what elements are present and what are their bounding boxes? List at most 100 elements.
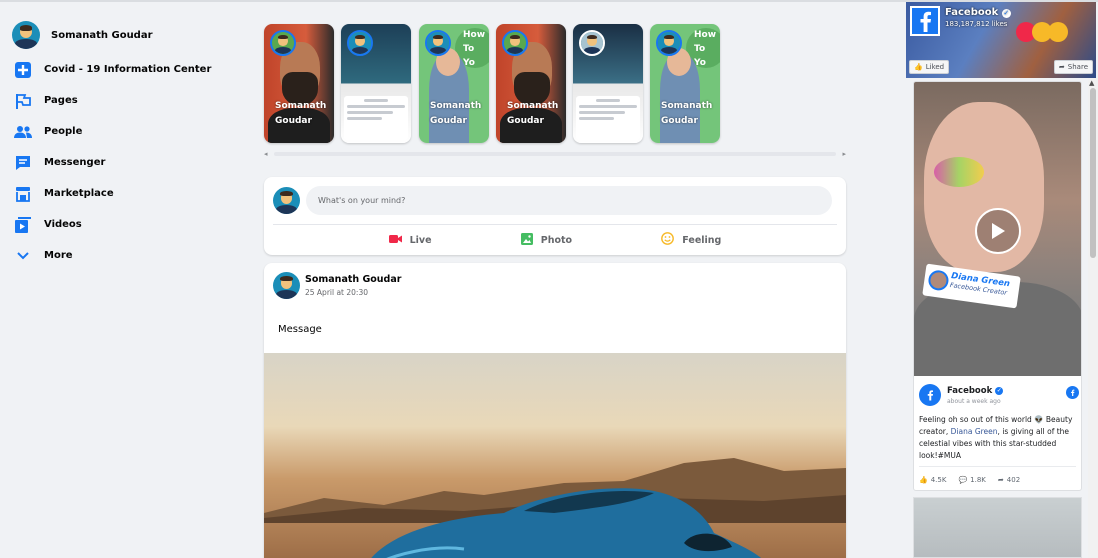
story-name: Somanath Goudar [661, 101, 713, 126]
right-rail: Facebook ✓ 183,187,812 likes 👍 Liked ➦ S… [906, 0, 1098, 558]
embedded-post: Diana Green Facebook Creator Facebook ✓ … [913, 81, 1082, 491]
play-button[interactable] [975, 208, 1021, 254]
sidebar-item-label: People [44, 126, 83, 137]
avatar [273, 187, 300, 214]
story-avatar [579, 30, 605, 56]
sidebar-profile[interactable]: Somanath Goudar [0, 18, 240, 52]
haha-reaction-icon [1048, 22, 1068, 42]
embed-page-name[interactable]: Facebook ✓ [947, 386, 1004, 396]
story-card[interactable] [341, 24, 411, 143]
photo-icon [520, 232, 533, 248]
sidebar-item-label: Messenger [44, 157, 106, 168]
status-input[interactable] [306, 186, 832, 215]
divider [273, 224, 837, 225]
facebook-icon[interactable] [1066, 386, 1079, 399]
story-card[interactable]: Somanath Goudar [264, 24, 334, 143]
embed-stats: 👍 4.5K 💬 1.8K ➦ 402 [919, 476, 1079, 484]
like-page-button[interactable]: 👍 Liked [909, 60, 950, 74]
avatar [12, 21, 40, 49]
smile-icon [661, 232, 675, 248]
story-card[interactable]: Somanath Goudar [496, 24, 566, 143]
story-avatar [347, 30, 373, 56]
rail-scrollbar[interactable]: ▲ [1088, 78, 1098, 558]
avatar[interactable] [273, 272, 300, 299]
chevron-down-icon [13, 246, 33, 266]
post-timestamp[interactable]: 25 April at 20:30 [305, 288, 368, 297]
post-composer: Live Photo Feeling [264, 177, 846, 255]
share-label: Share [1067, 63, 1088, 71]
thumbs-up-icon: 👍 [914, 63, 923, 71]
story-card[interactable]: How To Yo Somanath Goudar [650, 24, 720, 143]
sidebar-item-label: Marketplace [44, 188, 114, 199]
divider [919, 466, 1076, 467]
action-label: Photo [540, 234, 573, 246]
sidebar-item-covid[interactable]: Covid - 19 Information Center [0, 54, 240, 85]
story-overlay-text: How To Yo [694, 30, 717, 68]
embedded-post-2[interactable] [913, 497, 1082, 558]
store-icon [13, 184, 33, 204]
scroll-right-icon[interactable]: ▸ [842, 150, 846, 158]
scroll-up-icon[interactable]: ▲ [1089, 79, 1094, 87]
page-plugin[interactable]: Facebook ✓ 183,187,812 likes 👍 Liked ➦ S… [906, 2, 1096, 78]
stories-row: Somanath Goudar How To Yo Somanath Gouda… [264, 24, 846, 144]
left-sidebar: Somanath Goudar Covid - 19 Information C… [0, 18, 240, 271]
likes-stat[interactable]: 👍 4.5K [919, 476, 946, 484]
facebook-page-avatar[interactable] [919, 384, 941, 406]
video-icon [13, 215, 33, 235]
embed-header: Facebook ✓ about a week ago [919, 384, 1079, 408]
plus-square-icon [13, 60, 33, 80]
post-photo[interactable] [264, 353, 846, 558]
sidebar-item-label: Covid - 19 Information Center [44, 64, 212, 75]
sidebar-item-more[interactable]: More [0, 240, 240, 271]
live-video-button[interactable]: Live [388, 229, 432, 251]
creator-link[interactable]: Diana Green [951, 427, 998, 436]
story-name: Somanath Goudar [507, 101, 559, 126]
sidebar-item-pages[interactable]: Pages [0, 85, 240, 116]
page-likes-count: 183,187,812 likes [945, 20, 1008, 28]
action-label: Live [409, 234, 432, 246]
scroll-left-icon[interactable]: ◂ [264, 150, 268, 158]
creator-avatar [927, 269, 950, 292]
story-card[interactable] [573, 24, 643, 143]
share-page-button[interactable]: ➦ Share [1053, 60, 1093, 74]
share-arrow-icon: ➦ [1058, 63, 1065, 71]
sidebar-item-label: More [44, 250, 73, 261]
stories-scrollbar[interactable]: ◂ ▸ [264, 149, 846, 159]
story-card[interactable]: How To Yo Somanath Goudar [419, 24, 489, 143]
feeling-button[interactable]: Feeling [661, 229, 721, 251]
video-thumbnail[interactable]: Diana Green Facebook Creator [914, 82, 1081, 376]
post-author[interactable]: Somanath Goudar [305, 274, 401, 285]
story-avatar [502, 30, 528, 56]
story-avatar [270, 30, 296, 56]
shares-stat[interactable]: ➦ 402 [998, 476, 1020, 484]
sidebar-item-label: Videos [44, 219, 82, 230]
story-overlay-text: How To Yo [463, 30, 486, 68]
comments-stat[interactable]: 💬 1.8K [958, 476, 985, 484]
embed-timestamp[interactable]: about a week ago [947, 398, 1001, 405]
feed-post: Somanath Goudar 25 April at 20:30 Messag… [264, 263, 846, 558]
share-arrow-icon: ➦ [997, 476, 1004, 484]
action-label: Feeling [682, 234, 722, 246]
sidebar-item-messenger[interactable]: Messenger [0, 147, 240, 178]
verified-badge-icon: ✓ [995, 387, 1004, 395]
embed-caption: Feeling oh so out of this world 👽 Beauty… [919, 415, 1073, 460]
photo-button[interactable]: Photo [520, 229, 573, 251]
like-label: Liked [925, 63, 945, 71]
thumbs-up-icon: 👍 [919, 476, 928, 484]
scroll-thumb[interactable] [1090, 88, 1096, 258]
story-name: Somanath Goudar [430, 101, 482, 126]
sidebar-item-label: Pages [44, 95, 78, 106]
sidebar-item-marketplace[interactable]: Marketplace [0, 178, 240, 209]
sidebar-item-videos[interactable]: Videos [0, 209, 240, 240]
live-video-icon [388, 234, 402, 247]
sidebar-item-people[interactable]: People [0, 116, 240, 147]
verified-badge-icon: ✓ [1001, 9, 1011, 18]
story-avatar [656, 30, 682, 56]
people-icon [13, 122, 33, 142]
messenger-icon [13, 153, 33, 173]
page-title[interactable]: Facebook ✓ [945, 7, 1011, 18]
flag-icon [13, 91, 33, 111]
comment-icon: 💬 [958, 476, 968, 484]
profile-name: Somanath Goudar [51, 29, 153, 41]
post-message: Message [278, 324, 322, 335]
